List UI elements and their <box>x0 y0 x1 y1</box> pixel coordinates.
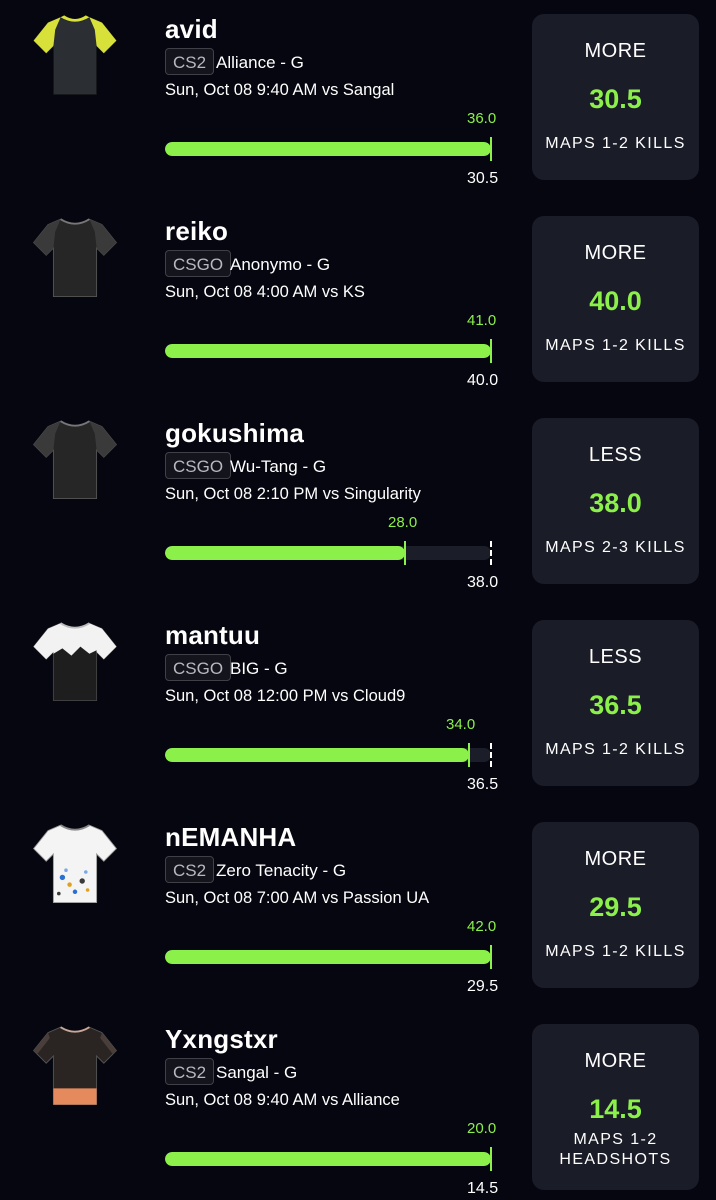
pick-line: 38.0 <box>589 488 642 518</box>
progress-bar <box>165 546 491 560</box>
match-info: Sun, Oct 08 7:00 AM vs Passion UA <box>165 889 430 907</box>
player-name: avid <box>165 14 218 44</box>
stat-value: 28.0 <box>388 514 418 531</box>
pick-card[interactable]: LESS 38.0 MAPS 2-3 KILLS <box>532 418 699 584</box>
game-tag: CSGO <box>165 654 232 681</box>
game-tag: CS2 <box>165 1058 215 1085</box>
line-value: 30.5 <box>467 170 499 187</box>
jersey-dark-orange-icon <box>32 1026 118 1106</box>
stat-type: MAPS 1-2 HEADSHOTS <box>559 1131 672 1168</box>
pick-row: reiko CSGO Anonymo - G Sun, Oct 08 4:00 … <box>0 202 716 404</box>
progress-bar <box>165 1152 491 1166</box>
line-value: 38.0 <box>467 574 499 591</box>
pick-row: mantuu CSGO BIG - G Sun, Oct 08 12:00 PM… <box>0 606 716 808</box>
pick-direction: LESS <box>588 444 643 466</box>
line-value: 14.5 <box>467 1180 499 1197</box>
pick-line: 14.5 <box>589 1094 642 1124</box>
stat-marker <box>468 743 470 767</box>
pick-direction: MORE <box>584 40 647 62</box>
game-tag: CS2 <box>165 856 215 883</box>
line-marker <box>490 137 492 161</box>
stat-value: 42.0 <box>467 918 497 935</box>
pick-row: nEMANHA CS2 Zero Tenacity - G Sun, Oct 0… <box>0 808 716 1010</box>
team-position: Sangal - G <box>216 1063 298 1082</box>
game-tag: CS2 <box>165 48 215 75</box>
match-info: Sun, Oct 08 12:00 PM vs Cloud9 <box>165 687 406 705</box>
team-position: Zero Tenacity - G <box>216 861 347 880</box>
line-marker <box>490 743 492 767</box>
team-position: Wu-Tang - G <box>230 457 327 476</box>
line-value: 40.0 <box>467 372 499 389</box>
progress-fill <box>165 950 491 964</box>
stat-type: MAPS 1-2 KILLS <box>545 337 686 354</box>
match-info: Sun, Oct 08 9:40 AM vs Alliance <box>165 1091 400 1109</box>
match-info: Sun, Oct 08 4:00 AM vs KS <box>165 283 365 301</box>
pick-line: 29.5 <box>589 892 642 922</box>
line-marker <box>490 339 492 363</box>
stat-marker <box>404 541 406 565</box>
pick-direction: LESS <box>588 646 643 668</box>
pick-direction: MORE <box>584 242 647 264</box>
team-position: Alliance - G <box>216 53 304 72</box>
progress-bar <box>165 748 491 762</box>
progress-fill <box>165 1152 491 1166</box>
jersey-yellow-sleeves-icon <box>32 15 118 96</box>
pick-card[interactable]: MORE 30.5 MAPS 1-2 KILLS <box>532 14 699 180</box>
progress-bar <box>165 344 491 358</box>
player-name: mantuu <box>165 620 261 650</box>
pick-row: gokushima CSGO Wu-Tang - G Sun, Oct 08 2… <box>0 404 716 606</box>
progress-bar <box>165 950 491 964</box>
jersey-white-splatter-icon <box>32 824 118 904</box>
player-name: Yxngstxr <box>165 1024 278 1054</box>
line-marker <box>490 541 492 565</box>
line-marker <box>490 945 492 969</box>
stat-type: MAPS 1-2 KILLS <box>545 135 686 152</box>
pick-row: avid CS2 Alliance - G Sun, Oct 08 9:40 A… <box>0 0 716 202</box>
pick-card[interactable]: MORE 40.0 MAPS 1-2 KILLS <box>532 216 699 382</box>
pick-line: 30.5 <box>589 84 642 114</box>
match-info: Sun, Oct 08 9:40 AM vs Sangal <box>165 81 395 99</box>
line-value: 36.5 <box>467 776 499 793</box>
pick-line: 40.0 <box>589 286 642 316</box>
jersey-black-icon <box>32 218 118 298</box>
player-name: reiko <box>165 216 229 246</box>
progress-fill <box>165 142 491 156</box>
jersey-white-black-icon <box>32 622 118 702</box>
stat-type: MAPS 1-2 KILLS <box>545 943 686 960</box>
progress-fill <box>165 344 491 358</box>
game-tag: CSGO <box>165 452 232 479</box>
player-name: gokushima <box>165 418 305 448</box>
pick-direction: MORE <box>584 848 647 870</box>
stat-value: 36.0 <box>467 110 497 127</box>
line-value: 29.5 <box>467 978 499 995</box>
team-position: Anonymo - G <box>230 255 331 274</box>
picks-list: avid CS2 Alliance - G Sun, Oct 08 9:40 A… <box>0 0 716 1200</box>
progress-fill <box>165 546 405 560</box>
progress-bar <box>165 142 491 156</box>
pick-card[interactable]: MORE 14.5 MAPS 1-2 HEADSHOTS <box>532 1024 699 1190</box>
team-position: BIG - G <box>230 659 288 678</box>
pick-line: 36.5 <box>589 690 642 720</box>
line-marker <box>490 1147 492 1171</box>
pick-direction: MORE <box>584 1050 647 1072</box>
match-info: Sun, Oct 08 2:10 PM vs Singularity <box>165 485 421 503</box>
stat-type: MAPS 2-3 KILLS <box>545 539 686 556</box>
progress-fill <box>165 748 469 762</box>
game-tag: CSGO <box>165 250 232 277</box>
stat-value: 20.0 <box>467 1120 497 1137</box>
stat-type: MAPS 1-2 KILLS <box>545 741 686 758</box>
pick-card[interactable]: MORE 29.5 MAPS 1-2 KILLS <box>532 822 699 988</box>
pick-row: Yxngstxr CS2 Sangal - G Sun, Oct 08 9:40… <box>0 1010 716 1200</box>
stat-value: 34.0 <box>446 716 476 733</box>
pick-card[interactable]: LESS 36.5 MAPS 1-2 KILLS <box>532 620 699 786</box>
stat-value: 41.0 <box>467 312 497 329</box>
player-name: nEMANHA <box>165 822 297 852</box>
jersey-black-icon <box>32 420 118 500</box>
